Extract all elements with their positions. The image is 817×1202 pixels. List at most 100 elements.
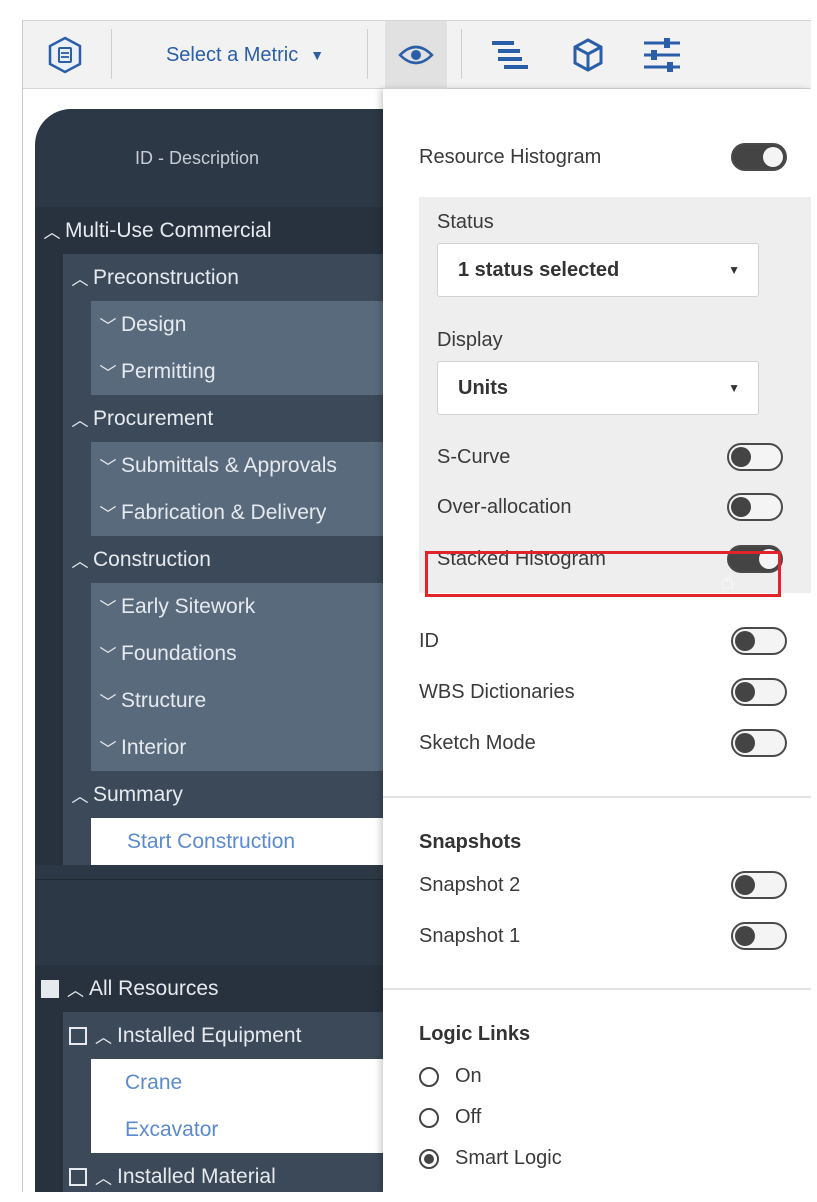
logic-links-option-off[interactable]: Off <box>419 1106 481 1129</box>
histogram-options: Status 1 status selected ▼ Display Units… <box>419 197 811 593</box>
chevron-up-icon[interactable]: ︿ <box>95 1164 117 1189</box>
resource-histogram-toggle[interactable] <box>731 143 787 171</box>
logic-links-option-smart[interactable]: Smart Logic <box>419 1147 562 1170</box>
chevron-down-icon[interactable]: ﹀ <box>95 312 121 337</box>
view-toggle-button[interactable] <box>385 21 447 89</box>
tree-node[interactable]: ﹀ Permitting <box>91 348 383 395</box>
chevron-down-icon[interactable]: ﹀ <box>95 453 121 478</box>
radio-label: Off <box>455 1106 482 1128</box>
resource-label: Excavator <box>125 1117 219 1141</box>
tree-leaf-activity[interactable]: Start Construction <box>91 818 383 865</box>
toggle-knob <box>735 926 755 946</box>
toolbar-divider <box>461 29 462 79</box>
resource-node[interactable]: ︿ Installed Equipment <box>63 1012 383 1059</box>
tree-node-label: Interior <box>121 735 187 759</box>
wbs-dictionaries-toggle[interactable] <box>731 678 787 706</box>
toggle-knob <box>735 682 755 702</box>
chevron-down-icon[interactable]: ﹀ <box>95 500 121 525</box>
tree-node-label: Design <box>121 312 187 336</box>
wbs-tree-panel: ID - Description ︿ Multi-Use Commercial … <box>35 109 383 1192</box>
radio-button[interactable] <box>419 1066 439 1087</box>
3d-view-button[interactable] <box>561 21 615 89</box>
status-select-value: 1 status selected <box>458 258 620 281</box>
sketch-mode-row: Sketch Mode <box>419 723 787 763</box>
gantt-view-button[interactable] <box>483 21 537 89</box>
checkbox[interactable] <box>69 1026 87 1045</box>
toggle-knob <box>735 631 755 651</box>
tree-node-label: Fabrication & Delivery <box>121 500 327 524</box>
chevron-down-icon[interactable]: ﹀ <box>95 594 121 619</box>
resource-leaf[interactable]: Excavator <box>91 1106 383 1153</box>
over-allocation-label: Over-allocation <box>437 495 572 518</box>
chevron-up-icon[interactable]: ︿ <box>67 547 93 572</box>
snapshot-label: Snapshot 2 <box>419 873 521 896</box>
tree-node[interactable]: ﹀ Structure <box>91 677 383 724</box>
chevron-up-icon[interactable]: ︿ <box>67 406 93 431</box>
snapshots-title: Snapshots <box>419 831 522 853</box>
chevron-up-icon[interactable]: ︿ <box>67 265 93 290</box>
chevron-up-icon[interactable]: ︿ <box>39 218 65 243</box>
tree-group: ﹀ Submittals & Approvals ﹀ Fabrication &… <box>63 442 383 536</box>
display-select[interactable]: Units ▼ <box>437 361 759 415</box>
section-divider <box>383 796 811 798</box>
tree-node[interactable]: ︿ Summary <box>63 771 383 818</box>
tree-node[interactable]: ﹀ Design <box>91 301 383 348</box>
over-allocation-toggle[interactable] <box>727 493 783 521</box>
metric-select[interactable]: Select a Metric ▼ <box>145 21 345 89</box>
checkbox[interactable] <box>41 979 59 998</box>
tree-node-label: Preconstruction <box>93 265 239 289</box>
display-select-value: Units <box>458 376 508 399</box>
chevron-down-icon[interactable]: ﹀ <box>95 735 121 760</box>
resource-leaf[interactable]: Crane <box>91 1059 383 1106</box>
chevron-up-icon[interactable]: ︿ <box>95 1023 117 1048</box>
tree-node[interactable]: ﹀ Foundations <box>91 630 383 677</box>
tree-node-label: Construction <box>93 547 211 571</box>
snapshot-row: Snapshot 2 <box>419 865 787 905</box>
resource-node[interactable]: ︿ All Resources <box>35 965 383 1012</box>
chevron-up-icon[interactable]: ︿ <box>67 782 93 807</box>
toggle-knob <box>731 447 751 467</box>
tree-node[interactable]: ﹀ Interior <box>91 724 383 771</box>
resource-label: Crane <box>125 1070 183 1094</box>
logic-links-option-on[interactable]: On <box>419 1065 482 1088</box>
s-curve-toggle[interactable] <box>727 443 783 471</box>
eye-icon <box>398 45 434 65</box>
tree-node-label: Early Sitework <box>121 594 256 618</box>
chevron-down-icon[interactable]: ﹀ <box>95 641 121 666</box>
tree-node[interactable]: ︿ Multi-Use Commercial <box>35 207 383 254</box>
sliders-icon <box>644 38 680 72</box>
snapshot-label: Snapshot 1 <box>419 924 521 947</box>
section-divider <box>383 988 811 990</box>
resource-histogram-row: Resource Histogram <box>419 137 787 177</box>
resource-label: Installed Material <box>117 1164 276 1188</box>
toggle-knob <box>763 147 783 167</box>
caret-down-icon: ▼ <box>728 381 740 395</box>
tree-node[interactable]: ︿ Preconstruction <box>63 254 383 301</box>
app-logo-button[interactable] <box>43 21 87 89</box>
radio-button[interactable] <box>419 1107 439 1128</box>
tree-node[interactable]: ﹀ Submittals & Approvals <box>91 442 383 489</box>
status-select[interactable]: 1 status selected ▼ <box>437 243 759 297</box>
toolbar: Select a Metric ▼ <box>23 21 811 89</box>
sketch-mode-toggle[interactable] <box>731 729 787 757</box>
checkbox[interactable] <box>69 1167 87 1186</box>
radio-button[interactable] <box>419 1148 439 1169</box>
tree-node[interactable]: ﹀ Fabrication & Delivery <box>91 489 383 536</box>
chevron-up-icon[interactable]: ︿ <box>67 976 89 1001</box>
toolbar-divider <box>367 29 368 79</box>
tree-node[interactable]: ︿ Procurement <box>63 395 383 442</box>
chevron-down-icon[interactable]: ﹀ <box>95 359 121 384</box>
id-toggle[interactable] <box>731 627 787 655</box>
resource-node[interactable]: ︿ Installed Material <box>63 1153 383 1192</box>
snapshot-toggle[interactable] <box>731 922 787 950</box>
radio-label: On <box>455 1065 482 1087</box>
bar-lines-icon <box>492 41 528 69</box>
chevron-down-icon[interactable]: ﹀ <box>95 688 121 713</box>
resource-group: Crane Excavator <box>63 1059 383 1153</box>
tree-node[interactable]: ﹀ Early Sitework <box>91 583 383 630</box>
s-curve-label: S-Curve <box>437 445 511 468</box>
wbs-tree: ︿ Multi-Use Commercial ︿ Preconstruction… <box>35 207 383 865</box>
settings-sliders-button[interactable] <box>635 21 689 89</box>
tree-node[interactable]: ︿ Construction <box>63 536 383 583</box>
snapshot-toggle[interactable] <box>731 871 787 899</box>
